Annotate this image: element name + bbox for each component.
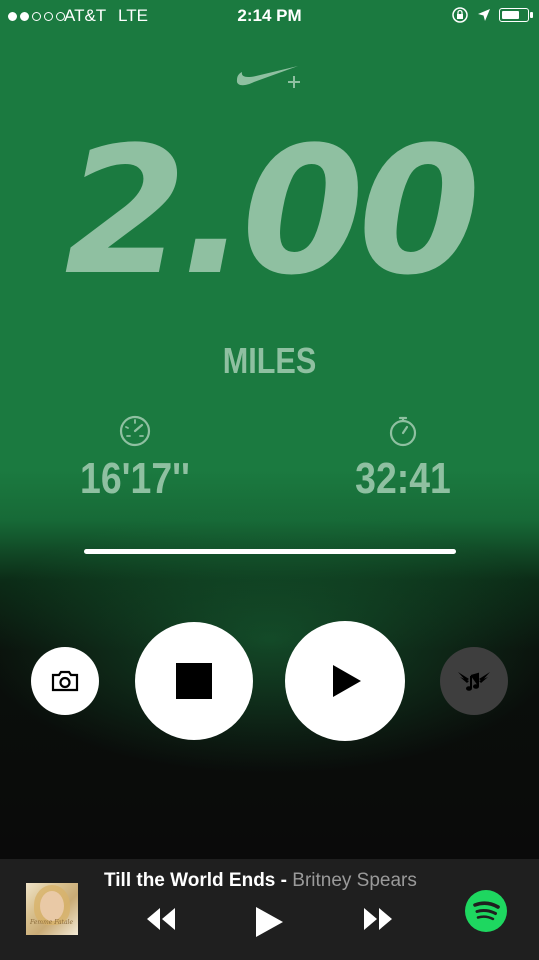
album-art-face <box>40 891 64 921</box>
camera-icon <box>51 670 79 692</box>
track-separator: - <box>275 870 293 891</box>
pace-value: 16'17'' <box>80 454 190 503</box>
run-progress-bar <box>84 549 456 554</box>
album-art[interactable]: Femme Fatale <box>26 883 78 935</box>
speedometer-icon <box>119 415 151 447</box>
play-button[interactable] <box>285 621 405 741</box>
distance-unit: MILES <box>222 340 317 381</box>
camera-button[interactable] <box>31 647 99 715</box>
album-art-text: Femme Fatale <box>30 919 74 926</box>
player-play-button[interactable] <box>253 905 285 939</box>
stopwatch-icon <box>389 416 417 447</box>
duration-stat: 32:41 <box>303 414 503 504</box>
location-arrow-icon <box>478 9 490 21</box>
stop-icon <box>176 663 212 699</box>
distance-value: 2.00 <box>64 109 480 314</box>
fast-forward-button[interactable] <box>362 906 394 932</box>
play-icon <box>333 665 361 697</box>
battery-icon <box>499 8 533 22</box>
music-share-button[interactable] <box>440 647 508 715</box>
track-title: Till the World Ends <box>104 870 276 891</box>
stop-button[interactable] <box>135 622 253 740</box>
rotation-lock-icon <box>452 7 468 23</box>
winged-music-note-icon <box>458 672 490 691</box>
rewind-button[interactable] <box>145 906 177 932</box>
spotify-icon <box>473 901 500 921</box>
run-progress-fill <box>84 549 456 554</box>
track-info: Till the World Ends - Britney Spears <box>104 870 417 892</box>
nike-plus-logo <box>236 66 300 88</box>
track-artist: Britney Spears <box>292 870 417 891</box>
duration-value: 32:41 <box>355 454 451 503</box>
status-bar: AT&T LTE 2:14 PM <box>0 0 539 32</box>
spotify-button[interactable] <box>465 890 507 932</box>
pace-stat: 16'17'' <box>35 414 235 504</box>
